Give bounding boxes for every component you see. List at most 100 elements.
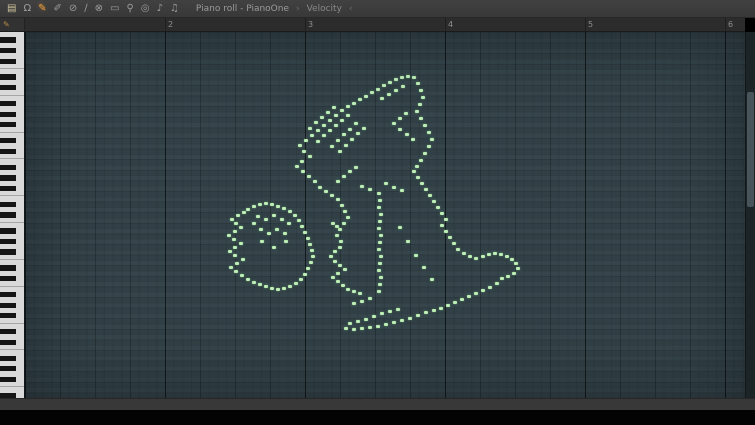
midi-note[interactable] — [310, 249, 314, 252]
midi-note[interactable] — [336, 139, 340, 142]
midi-note[interactable] — [334, 114, 338, 117]
midi-note[interactable] — [421, 96, 425, 99]
midi-note[interactable] — [474, 257, 478, 260]
midi-note[interactable] — [339, 240, 343, 243]
midi-note[interactable] — [406, 240, 410, 243]
midi-note[interactable] — [308, 155, 312, 158]
midi-note[interactable] — [338, 246, 342, 249]
midi-note[interactable] — [376, 325, 380, 328]
midi-note[interactable] — [352, 328, 356, 331]
midi-note[interactable] — [360, 300, 364, 303]
midi-note[interactable] — [288, 285, 292, 288]
midi-note[interactable] — [516, 267, 520, 270]
midi-note[interactable] — [239, 226, 243, 229]
midi-note[interactable] — [272, 246, 276, 249]
midi-note[interactable] — [333, 250, 337, 253]
midi-note[interactable] — [297, 219, 301, 222]
midi-note[interactable] — [346, 288, 350, 291]
midi-note[interactable] — [340, 119, 344, 122]
midi-note[interactable] — [242, 211, 246, 214]
midi-note[interactable] — [276, 288, 280, 291]
midi-note[interactable] — [376, 88, 380, 91]
midi-note[interactable] — [352, 290, 356, 293]
midi-note[interactable] — [348, 128, 352, 131]
midi-note[interactable] — [432, 200, 436, 203]
midi-note[interactable] — [427, 131, 431, 134]
midi-note[interactable] — [306, 267, 310, 270]
midi-note[interactable] — [378, 220, 382, 223]
midi-note[interactable] — [356, 320, 360, 323]
midi-note[interactable] — [412, 170, 416, 173]
midi-note[interactable] — [256, 215, 260, 218]
midi-note[interactable] — [394, 89, 398, 92]
midi-note[interactable] — [384, 323, 388, 326]
midi-note[interactable] — [306, 237, 310, 240]
midi-note[interactable] — [446, 304, 450, 307]
midi-note[interactable] — [233, 230, 237, 233]
midi-note[interactable] — [264, 285, 268, 288]
midi-note[interactable] — [356, 132, 360, 135]
midi-note[interactable] — [316, 140, 320, 143]
midi-note[interactable] — [416, 176, 420, 179]
midi-note[interactable] — [396, 308, 400, 311]
midi-note[interactable] — [400, 319, 404, 322]
midi-note[interactable] — [299, 278, 303, 281]
midi-note[interactable] — [293, 214, 297, 217]
midi-note[interactable] — [260, 240, 264, 243]
midi-note[interactable] — [506, 275, 510, 278]
midi-note[interactable] — [341, 284, 345, 287]
midi-note[interactable] — [387, 93, 391, 96]
midi-note[interactable] — [343, 268, 347, 271]
midi-note[interactable] — [408, 317, 412, 320]
ruler-corner-icon[interactable]: ✎ — [0, 18, 25, 32]
midi-note[interactable] — [362, 127, 366, 130]
zoom-icon[interactable]: ⚲ — [127, 3, 134, 14]
midi-note[interactable] — [343, 210, 347, 213]
midi-note[interactable] — [348, 170, 352, 173]
midi-note[interactable] — [360, 185, 364, 188]
playback-note-icon[interactable]: ♪ — [157, 3, 163, 14]
midi-note[interactable] — [378, 262, 382, 265]
midi-note[interactable] — [304, 139, 308, 142]
piano-keyboard[interactable] — [0, 32, 25, 398]
select-icon[interactable]: ▭ — [110, 3, 119, 14]
preview-notes-icon[interactable]: ♫ — [170, 3, 179, 14]
midi-note[interactable] — [276, 205, 280, 208]
midi-note[interactable] — [354, 166, 358, 169]
midi-note[interactable] — [436, 206, 440, 209]
midi-note[interactable] — [424, 188, 428, 191]
midi-note[interactable] — [382, 84, 386, 87]
midi-note[interactable] — [336, 180, 340, 183]
midi-note[interactable] — [338, 150, 342, 153]
midi-note[interactable] — [342, 133, 346, 136]
midi-note[interactable] — [401, 85, 405, 88]
midi-note[interactable] — [235, 262, 239, 265]
midi-note[interactable] — [336, 272, 340, 275]
midi-note[interactable] — [379, 213, 383, 216]
slice-knife-icon[interactable]: ∕ — [84, 3, 87, 14]
midi-note[interactable] — [310, 134, 314, 137]
midi-note[interactable] — [252, 222, 256, 225]
midi-note[interactable] — [488, 286, 492, 289]
midi-note[interactable] — [448, 236, 452, 239]
midi-note[interactable] — [398, 128, 402, 131]
midi-note[interactable] — [300, 225, 304, 228]
midi-note[interactable] — [320, 116, 324, 119]
midi-note[interactable] — [487, 253, 491, 256]
midi-note[interactable] — [499, 253, 503, 256]
midi-note[interactable] — [352, 302, 356, 305]
midi-note[interactable] — [392, 186, 396, 189]
midi-note[interactable] — [378, 241, 382, 244]
midi-note[interactable] — [495, 282, 499, 285]
midi-note[interactable] — [272, 214, 276, 217]
midi-note[interactable] — [246, 278, 250, 281]
midi-note[interactable] — [330, 194, 334, 197]
midi-note[interactable] — [309, 261, 313, 264]
midi-note[interactable] — [400, 76, 404, 79]
midi-note[interactable] — [335, 225, 339, 228]
midi-note[interactable] — [236, 214, 240, 217]
midi-note[interactable] — [318, 186, 322, 189]
midi-note[interactable] — [430, 278, 434, 281]
midi-note[interactable] — [368, 326, 372, 329]
midi-note[interactable] — [415, 165, 419, 168]
